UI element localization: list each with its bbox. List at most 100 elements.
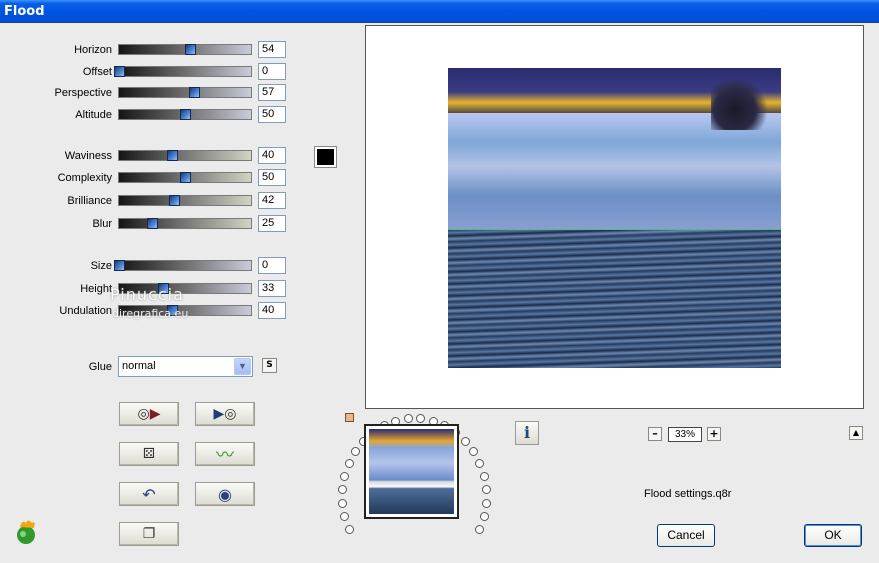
slider-blur[interactable] — [118, 218, 252, 229]
slider-label: Size — [90, 260, 112, 272]
slider-thumb[interactable] — [180, 109, 191, 120]
slider-label: Waviness — [64, 150, 112, 162]
slider-complexity[interactable] — [118, 172, 252, 183]
slider-label: Brilliance — [67, 195, 112, 207]
value-field-undulation[interactable]: 40 — [258, 302, 286, 319]
slider-row-perspective: Perspective 57 — [0, 84, 300, 101]
preset-dot[interactable] — [460, 436, 470, 446]
slider-waviness[interactable] — [118, 150, 252, 161]
watermark-site: diregrafica.eu — [112, 307, 189, 320]
default-button[interactable]: ◉ — [195, 482, 255, 506]
preview-canvas[interactable] — [365, 25, 864, 409]
slider-thumb[interactable] — [147, 218, 158, 229]
settings-filename: Flood settings.q8r — [644, 488, 732, 500]
preset-dot[interactable] — [344, 459, 354, 469]
preset-dot[interactable] — [475, 524, 485, 534]
slider-row-blur: Blur 25 — [0, 215, 300, 232]
slider-offset[interactable] — [114, 66, 252, 77]
preset-dot[interactable] — [340, 512, 350, 522]
ring-icon: ◉ — [218, 484, 232, 504]
preset-dot[interactable] — [351, 447, 361, 457]
slider-label: Blur — [92, 218, 112, 230]
slider-row-waviness: Waviness 40 — [0, 147, 300, 164]
reset-wave-button[interactable]: 〰 — [195, 442, 255, 466]
slider-row-horizon: Horizon 54 — [0, 41, 300, 58]
slider-brilliance[interactable] — [118, 195, 252, 206]
preset-dot[interactable] — [479, 512, 489, 522]
slider-label: Height — [80, 283, 112, 295]
slider-row-size: Size 0 — [0, 257, 300, 274]
slider-thumb[interactable] — [114, 66, 125, 77]
preset-dot[interactable] — [416, 414, 426, 424]
dialog-body: Horizon 54 Offset 0 Perspective 57 Altitude 50 W… — [0, 23, 879, 563]
slider-thumb[interactable] — [166, 150, 178, 161]
glue-selected-value: normal — [122, 360, 156, 372]
value-field-perspective[interactable]: 57 — [258, 84, 286, 101]
info-button[interactable]: i — [515, 421, 539, 445]
slider-thumb[interactable] — [185, 44, 197, 55]
next-preset-button[interactable]: ▶◎ — [195, 402, 255, 426]
info-icon: i — [523, 423, 531, 442]
slider-perspective[interactable] — [118, 87, 252, 98]
ok-button[interactable]: OK — [804, 524, 862, 547]
load-next-icon: ▶◎ — [213, 406, 237, 422]
slider-label: Offset — [82, 66, 112, 78]
glue-select[interactable]: normal ▼ — [118, 356, 253, 377]
flaming-pear-logo-icon — [17, 520, 35, 544]
ring-handle[interactable] — [345, 413, 354, 422]
slider-label: Horizon — [74, 44, 112, 56]
slider-row-complexity: Complexity 50 — [0, 169, 300, 186]
slider-label: Altitude — [75, 109, 112, 121]
preset-dot[interactable] — [475, 459, 485, 469]
slider-altitude[interactable] — [118, 109, 252, 120]
preset-dot[interactable] — [481, 498, 491, 508]
value-field-waviness[interactable]: 40 — [258, 147, 286, 164]
preset-dot[interactable] — [403, 414, 413, 424]
value-field-height[interactable]: 33 — [258, 280, 286, 297]
chevron-down-icon[interactable]: ▼ — [234, 358, 251, 375]
slider-label: Perspective — [54, 87, 112, 99]
zoom-out-button[interactable]: – — [648, 427, 662, 441]
slider-row-altitude: Altitude 50 — [0, 106, 300, 123]
cancel-button[interactable]: Cancel — [657, 524, 715, 547]
randomize-button[interactable]: ⚄ — [119, 442, 179, 466]
preset-dot[interactable] — [479, 471, 489, 481]
preset-dot[interactable] — [340, 471, 350, 481]
slider-row-brilliance: Brilliance 42 — [0, 192, 300, 209]
value-field-offset[interactable]: 0 — [258, 63, 286, 80]
value-field-complexity[interactable]: 50 — [258, 169, 286, 186]
preset-dot[interactable] — [468, 447, 478, 457]
preset-dot[interactable] — [344, 524, 354, 534]
undo-button[interactable]: ↶ — [119, 482, 179, 506]
slider-thumb[interactable] — [189, 87, 201, 98]
preset-dot[interactable] — [338, 485, 348, 495]
zoom-in-button[interactable]: + — [707, 427, 721, 441]
slider-thumb[interactable] — [180, 172, 191, 183]
wave-icon: 〰 — [216, 445, 234, 466]
collapse-icon[interactable]: ▲ — [849, 426, 863, 440]
watermark-name: Pinuccia — [110, 285, 184, 304]
preset-dot[interactable] — [481, 485, 491, 495]
color-swatch[interactable] — [314, 146, 337, 168]
undo-icon: ↶ — [142, 484, 156, 504]
slider-size[interactable] — [114, 260, 252, 271]
slider-label: Complexity — [57, 172, 112, 184]
load-previous-icon: ◎▶ — [137, 406, 161, 422]
navigator-thumbnail[interactable] — [364, 424, 459, 519]
copy-icon: ❐ — [142, 526, 156, 542]
value-field-altitude[interactable]: 50 — [258, 106, 286, 123]
value-field-size[interactable]: 0 — [258, 257, 286, 274]
previous-preset-button[interactable]: ◎▶ — [119, 402, 179, 426]
zoom-level: 33% — [668, 427, 702, 442]
slider-thumb[interactable] — [169, 195, 181, 206]
glue-s-button[interactable]: S — [262, 358, 277, 373]
horizon-line — [448, 229, 781, 230]
value-field-blur[interactable]: 25 — [258, 215, 286, 232]
slider-thumb[interactable] — [114, 260, 125, 271]
slider-horizon[interactable] — [118, 44, 252, 55]
copy-button[interactable]: ❐ — [119, 522, 179, 546]
value-field-horizon[interactable]: 54 — [258, 41, 286, 58]
value-field-brilliance[interactable]: 42 — [258, 192, 286, 209]
preset-dot[interactable] — [338, 498, 348, 508]
preview-image — [448, 68, 781, 368]
